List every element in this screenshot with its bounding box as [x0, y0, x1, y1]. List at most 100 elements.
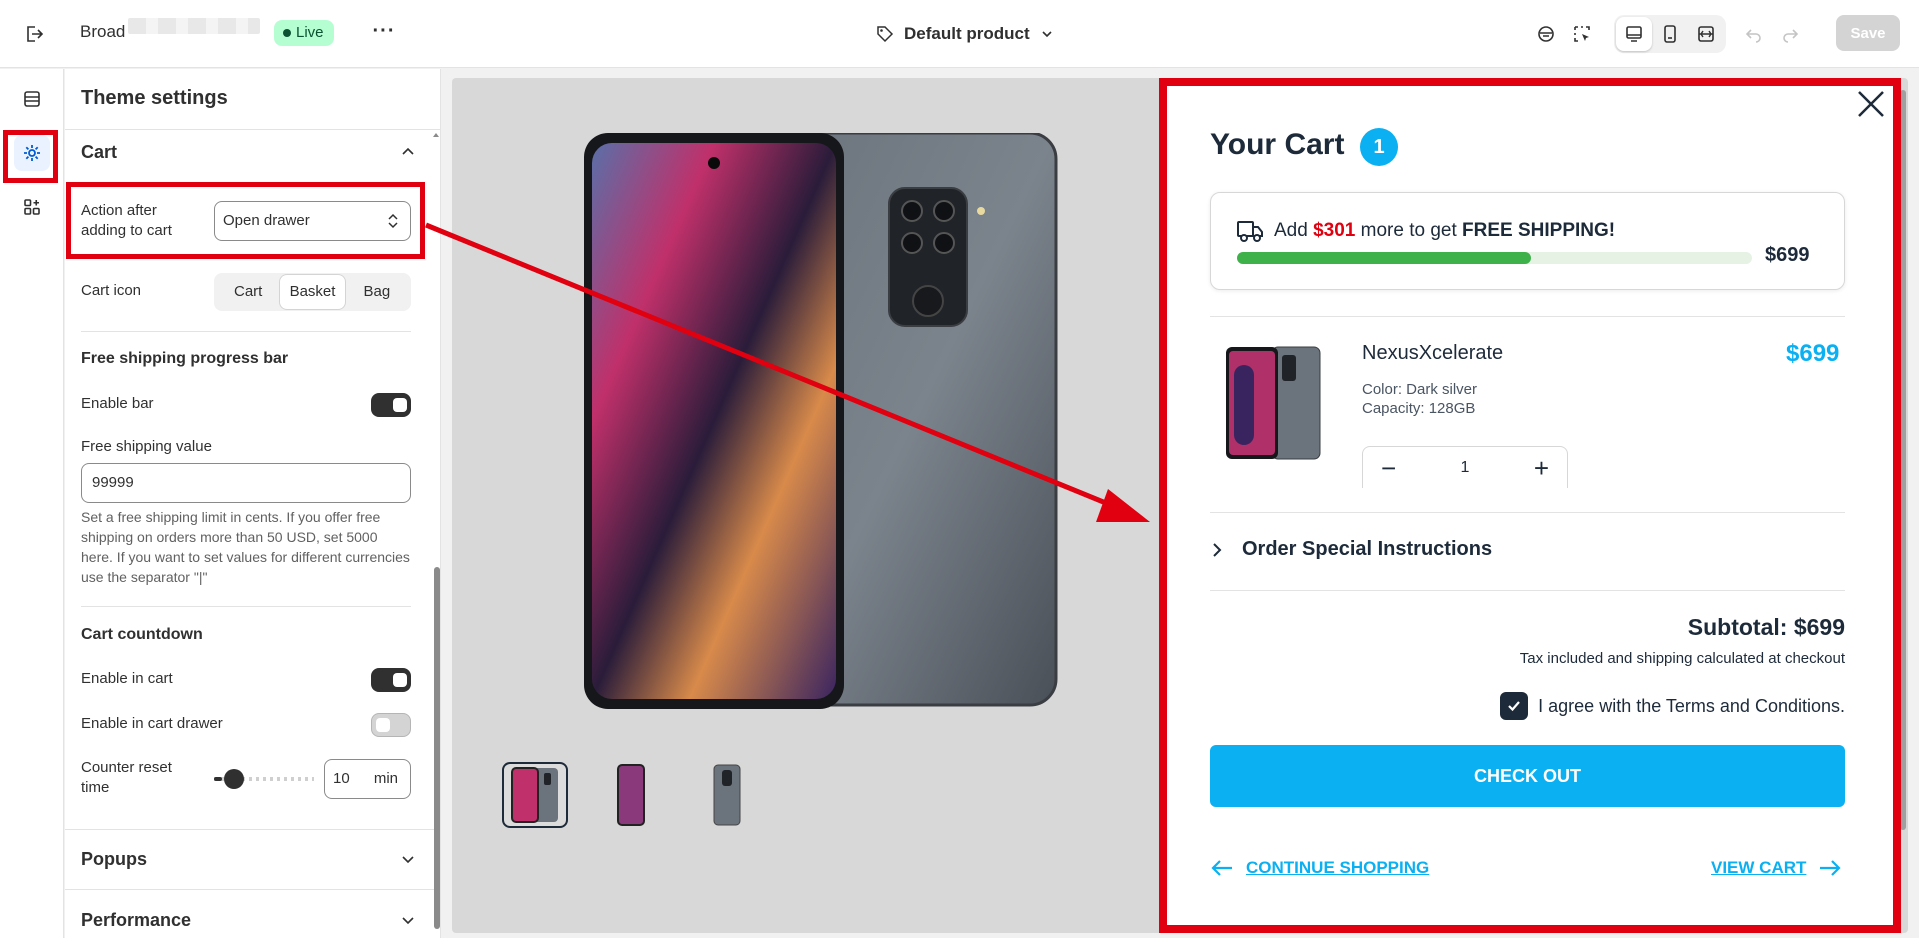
close-icon[interactable]	[1855, 88, 1887, 120]
terms-agreement[interactable]: I agree with the Terms and Conditions.	[1500, 692, 1845, 720]
continue-shopping-label: CONTINUE SHOPPING	[1246, 858, 1430, 877]
thumbnail-3[interactable]	[694, 762, 760, 828]
minus-icon[interactable]: −	[1381, 455, 1396, 481]
template-label: Default product	[904, 24, 1030, 43]
product-thumbnails	[502, 762, 760, 828]
highlight-box-gear	[3, 130, 58, 183]
plus-icon[interactable]: +	[1534, 455, 1549, 481]
fullwidth-view-icon[interactable]	[1688, 17, 1724, 51]
thumbnail-1[interactable]	[502, 762, 568, 828]
enable-bar-toggle[interactable]	[371, 393, 411, 417]
sections-icon[interactable]	[14, 81, 50, 117]
enable-in-drawer-label: Enable in cart drawer	[81, 715, 223, 732]
quantity-value[interactable]: 1	[1461, 459, 1470, 477]
arrow-left-icon	[1211, 860, 1232, 876]
preview-scrollbar-thumb[interactable]	[1900, 90, 1906, 830]
cart-item-color: Color: Dark silver	[1362, 381, 1478, 398]
chevron-right-icon	[1213, 542, 1222, 557]
divider	[65, 889, 440, 890]
cart-countdown-heading: Cart countdown	[81, 626, 203, 643]
cart-icon-segmented: Cart Basket Bag	[214, 273, 411, 311]
enable-in-cart-label: Enable in cart	[81, 670, 173, 687]
free-shipping-heading: Free shipping progress bar	[81, 350, 289, 367]
check-icon	[1508, 701, 1520, 712]
template-selector[interactable]: Default product	[876, 20, 1054, 48]
cart-icon-option-cart[interactable]: Cart	[216, 275, 280, 309]
shipping-middle: more to get	[1360, 220, 1457, 241]
enable-in-drawer-toggle[interactable]	[371, 713, 411, 737]
cart-subtotal: Subtotal: $699	[1687, 614, 1845, 640]
divider	[65, 829, 440, 830]
quantity-stepper: − 1 +	[1362, 446, 1568, 488]
arrow-right-icon	[1820, 860, 1841, 876]
section-cart-header[interactable]: Cart	[81, 140, 416, 164]
divider	[81, 331, 411, 332]
select-element-icon[interactable]	[1564, 17, 1600, 51]
counter-reset-value: 10	[333, 770, 350, 787]
chevron-down-icon	[402, 917, 414, 925]
free-shipping-message: Add $301 more to get FREE SHIPPING!	[1274, 220, 1615, 242]
desktop-view-icon[interactable]	[1616, 17, 1652, 51]
free-shipping-value-input[interactable]: 99999	[81, 463, 411, 503]
chevron-down-icon	[402, 856, 414, 864]
cart-icon-option-basket[interactable]: Basket	[280, 275, 345, 309]
undo-icon[interactable]	[1736, 17, 1772, 51]
apps-icon[interactable]	[14, 189, 50, 225]
divider	[1210, 590, 1845, 591]
panel-scrollbar[interactable]	[432, 131, 440, 938]
counter-reset-unit: min	[373, 770, 398, 787]
counter-reset-slider-fill	[214, 777, 222, 781]
free-shipping-progress-fill	[1237, 252, 1531, 264]
view-cart-label: VIEW CART	[1711, 858, 1807, 877]
shipping-remaining-amount: $301	[1313, 220, 1356, 241]
counter-reset-slider-thumb[interactable]	[224, 769, 244, 789]
redacted-store-name	[128, 18, 260, 34]
view-cart-link[interactable]: VIEW CART	[1711, 858, 1842, 878]
cart-title: Your Cart	[1210, 128, 1345, 161]
cart-item-capacity: Capacity: 128GB	[1362, 400, 1476, 417]
shipping-prefix: Add	[1274, 220, 1308, 241]
inspector-icon[interactable]	[1528, 17, 1564, 51]
free-shipping-goal: $699	[1765, 244, 1810, 266]
redo-icon[interactable]	[1772, 17, 1808, 51]
checkout-button[interactable]: CHECK OUT	[1210, 745, 1845, 807]
editor-topbar: Broad Live ··· Default product Save	[0, 0, 1919, 68]
free-shipping-help-text: Set a free shipping limit in cents. If y…	[81, 509, 410, 585]
counter-reset-input[interactable]: 10 min	[324, 759, 411, 799]
more-actions-button[interactable]: ···	[370, 20, 398, 48]
thumbnail-2[interactable]	[598, 762, 664, 828]
save-button[interactable]: Save	[1836, 15, 1900, 51]
editor-rail	[0, 69, 64, 938]
continue-shopping-link[interactable]: CONTINUE SHOPPING	[1210, 858, 1429, 878]
cart-icon-label: Cart icon	[81, 282, 142, 299]
cart-item-image[interactable]	[1224, 345, 1322, 463]
highlight-box-action-setting	[66, 182, 425, 259]
divider	[65, 129, 440, 130]
counter-reset-label: Counter reset time	[81, 759, 172, 796]
cart-count-badge: 1	[1360, 128, 1398, 166]
viewport-switcher	[1614, 15, 1726, 53]
live-status-badge: Live	[274, 20, 334, 46]
section-popups-header[interactable]: Popups	[81, 847, 416, 871]
enable-in-cart-toggle[interactable]	[371, 668, 411, 692]
section-cart-title: Cart	[81, 141, 118, 162]
divider	[1210, 316, 1845, 317]
order-instructions-label: Order Special Instructions	[1242, 538, 1493, 560]
enable-bar-label: Enable bar	[81, 395, 154, 412]
preview-scrollbar[interactable]	[1898, 90, 1908, 830]
section-performance-header[interactable]: Performance	[81, 908, 416, 932]
section-performance-title: Performance	[81, 909, 192, 930]
exit-icon[interactable]	[20, 20, 48, 48]
order-instructions-toggle[interactable]: Order Special Instructions	[1210, 538, 1492, 561]
product-image	[584, 131, 1064, 714]
divider	[81, 606, 411, 607]
cart-item-price: $699	[1786, 340, 1840, 367]
cart-icon-option-bag[interactable]: Bag	[345, 275, 409, 309]
tax-note: Tax included and shipping calculated at …	[1519, 650, 1845, 667]
panel-scrollbar-thumb[interactable]	[434, 567, 440, 929]
terms-checkbox[interactable]	[1500, 692, 1529, 720]
shipping-emphasis: FREE SHIPPING!	[1462, 220, 1616, 241]
tag-icon	[877, 26, 894, 43]
cart-item-name[interactable]: NexusXcelerate	[1362, 342, 1503, 365]
mobile-view-icon[interactable]	[1652, 17, 1688, 51]
